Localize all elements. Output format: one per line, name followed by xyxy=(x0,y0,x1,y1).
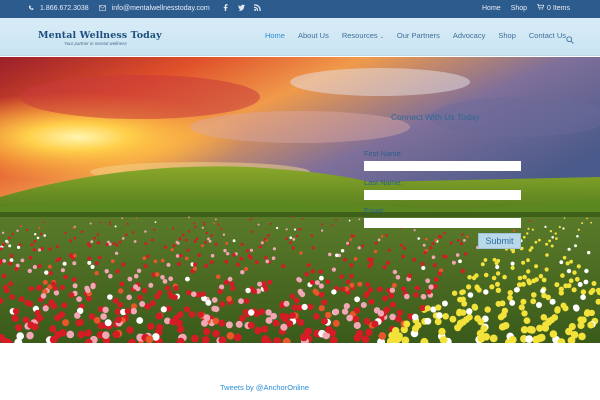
nav-item-contact-us[interactable]: Contact Us xyxy=(529,31,566,40)
logo-title: Mental Wellness Today xyxy=(38,30,162,41)
first-name-field[interactable] xyxy=(364,161,521,171)
hero-banner: Connect With Us Today First Name: Last N… xyxy=(0,57,600,343)
contact-form: Connect With Us Today First Name: Last N… xyxy=(0,57,600,343)
last-name-field[interactable] xyxy=(364,190,521,200)
mail-icon xyxy=(98,4,106,13)
nav-item-shop[interactable]: Shop xyxy=(498,31,516,40)
nav-item-resources[interactable]: Resources ⌄ xyxy=(342,31,384,40)
email-field[interactable] xyxy=(364,218,521,228)
nav-item-about-us[interactable]: About Us xyxy=(298,31,329,40)
logo-tagline: Your partner in mental wellness xyxy=(64,41,127,46)
top-link-home[interactable]: Home xyxy=(482,5,501,12)
top-links: Home Shop 0 Items xyxy=(482,4,570,12)
nav-item-our-partners[interactable]: Our Partners xyxy=(397,31,440,40)
rss-icon[interactable] xyxy=(253,4,261,13)
phone-number: 1.866.672.3038 xyxy=(40,5,89,12)
cart-icon xyxy=(537,4,545,12)
submit-button[interactable]: Submit xyxy=(478,233,521,249)
site-logo[interactable]: Mental Wellness Today Your partner in me… xyxy=(38,30,162,46)
contact-info: 1.866.672.3038 info@mentalwellnesstoday.… xyxy=(28,4,261,13)
nav-item-advocacy[interactable]: Advocacy xyxy=(453,31,486,40)
tweets-link[interactable]: Tweets by @AnchorOnline xyxy=(220,383,309,392)
chevron-down-icon: ⌄ xyxy=(379,34,384,40)
top-link-shop[interactable]: Shop xyxy=(511,5,527,12)
social-links xyxy=(222,4,261,13)
site-header: Mental Wellness Today Your partner in me… xyxy=(0,18,600,56)
first-name-label: First Name: xyxy=(364,149,403,158)
nav-item-home[interactable]: Home xyxy=(265,31,285,40)
facebook-icon[interactable] xyxy=(222,4,229,13)
search-icon[interactable] xyxy=(566,31,574,49)
cart-count: 0 Items xyxy=(547,4,570,12)
form-heading: Connect With Us Today xyxy=(391,112,480,122)
last-name-label: Last Name: xyxy=(364,178,403,187)
cart-link[interactable]: 0 Items xyxy=(537,4,570,12)
email-link[interactable]: info@mentalwellnesstoday.com xyxy=(112,5,210,12)
email-label: Email: xyxy=(364,206,385,215)
main-nav: Home About Us Resources ⌄ Our Partners Ad… xyxy=(265,31,566,40)
twitter-icon[interactable] xyxy=(237,4,245,13)
nav-item-resources-label: Resources xyxy=(341,31,378,40)
top-bar: 1.866.672.3038 info@mentalwellnesstoday.… xyxy=(0,0,600,18)
phone-icon xyxy=(28,5,34,13)
